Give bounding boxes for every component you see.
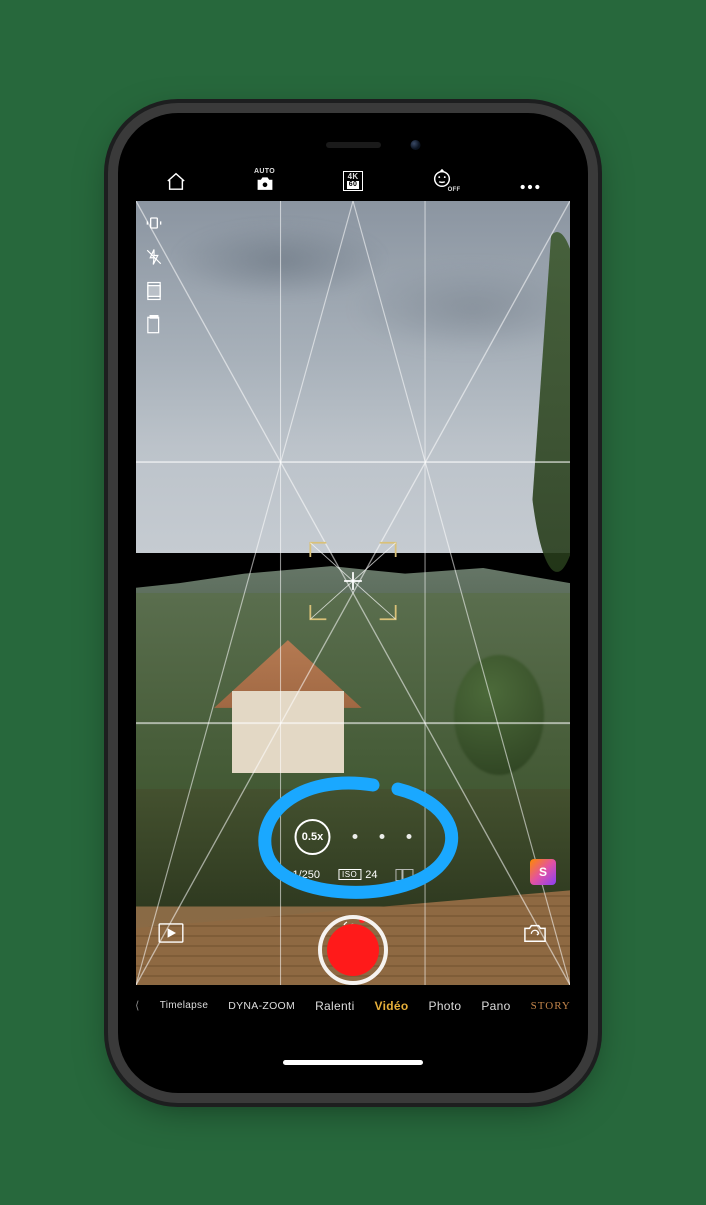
story-badge-label: S <box>539 865 547 879</box>
zoom-step-dot[interactable] <box>353 834 358 839</box>
home-indicator[interactable] <box>283 1060 423 1065</box>
sky-bg <box>136 201 570 554</box>
exposure-info: 1/250 ISO 24 <box>292 869 413 881</box>
mode-bar: ⟨ Timelapse DYNA-ZOOM Ralenti Vidéo Phot… <box>136 985 570 1075</box>
timer-off-label: OFF <box>448 187 461 193</box>
switch-camera-icon <box>522 922 548 944</box>
auto-mode-button[interactable]: AUTO <box>245 168 285 191</box>
left-toolbar <box>142 211 166 337</box>
more-button[interactable] <box>510 183 550 191</box>
house <box>214 632 362 773</box>
earpiece <box>326 142 381 148</box>
resolution-label: 4K <box>348 173 359 181</box>
last-capture-button[interactable] <box>158 923 184 948</box>
screen: AUTO 4K 60 <box>136 131 570 1075</box>
home-button[interactable] <box>156 171 196 191</box>
ev-indicator[interactable] <box>396 869 414 881</box>
mode-scroll-left-icon[interactable]: ⟨ <box>136 999 140 1012</box>
format-icon <box>145 315 163 335</box>
play-thumbnail-icon <box>158 923 184 943</box>
shutter-speed[interactable]: 1/250 <box>292 869 320 881</box>
more-icon <box>519 183 541 191</box>
viewfinder[interactable]: 0.5x 1/250 ISO 24 S <box>136 201 570 985</box>
mode-video[interactable]: Vidéo <box>375 999 409 1013</box>
zoom-level-selected[interactable]: 0.5x <box>295 819 331 855</box>
auto-label: AUTO <box>254 168 275 175</box>
stabilize-button[interactable] <box>142 211 166 235</box>
record-button[interactable] <box>318 915 388 985</box>
aspect-button[interactable] <box>142 279 166 303</box>
mode-photo[interactable]: Photo <box>429 999 462 1013</box>
record-inner <box>327 924 379 976</box>
stabilize-icon <box>144 213 164 233</box>
iso-value[interactable]: 24 <box>365 869 377 881</box>
zoom-step-dot[interactable] <box>380 834 385 839</box>
timer-face-icon <box>431 167 453 189</box>
mode-row[interactable]: ⟨ Timelapse DYNA-ZOOM Ralenti Vidéo Phot… <box>136 999 570 1013</box>
flash-button[interactable] <box>142 245 166 269</box>
notch <box>256 131 451 159</box>
home-icon <box>165 171 187 191</box>
switch-camera-button[interactable] <box>522 922 548 949</box>
aspect-icon <box>146 281 162 301</box>
iso-label: ISO <box>338 869 361 880</box>
zoom-value: 0.5x <box>302 831 323 843</box>
mode-ralenti[interactable]: Ralenti <box>315 999 354 1013</box>
story-quick-badge[interactable]: S <box>530 859 556 885</box>
flash-off-icon <box>145 247 163 267</box>
mode-pano[interactable]: Pano <box>481 999 510 1013</box>
bush <box>454 655 544 775</box>
self-timer-button[interactable]: OFF <box>422 167 462 191</box>
phone-frame: AUTO 4K 60 <box>118 113 588 1093</box>
zoom-step-dot[interactable] <box>407 834 412 839</box>
front-camera <box>411 140 421 150</box>
mode-story[interactable]: STORY <box>531 1000 570 1012</box>
format-button[interactable] <box>142 313 166 337</box>
zoom-selector[interactable]: 0.5x <box>295 819 412 855</box>
resolution-button[interactable]: 4K 60 <box>333 171 373 191</box>
mode-timelapse[interactable]: Timelapse <box>160 1000 208 1011</box>
camera-icon <box>255 177 275 191</box>
fps-label: 60 <box>347 181 359 189</box>
focus-indicator[interactable] <box>308 541 398 621</box>
mode-dynazoom[interactable]: DYNA-ZOOM <box>228 1000 295 1012</box>
